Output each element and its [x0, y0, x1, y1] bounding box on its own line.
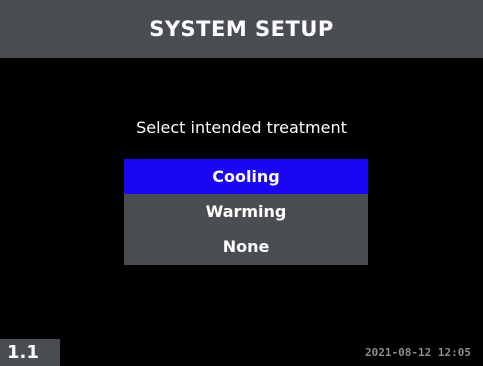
menu-item-cooling[interactable]: Cooling — [124, 159, 368, 194]
timestamp: 2021-08-12 12:05 — [365, 346, 471, 359]
treatment-prompt: Select intended treatment — [136, 118, 347, 137]
menu-item-label: Cooling — [212, 167, 280, 186]
page-number-badge: 1.1 — [0, 339, 60, 366]
treatment-menu: Cooling Warming None — [124, 159, 368, 265]
menu-item-none[interactable]: None — [124, 229, 368, 264]
header-bar: SYSTEM SETUP — [0, 0, 483, 58]
system-setup-screen: SYSTEM SETUP Select intended treatment C… — [0, 0, 483, 366]
menu-item-label: None — [222, 237, 270, 256]
menu-item-label: Warming — [205, 202, 287, 221]
page-title: SYSTEM SETUP — [149, 17, 334, 41]
menu-item-warming[interactable]: Warming — [124, 194, 368, 229]
